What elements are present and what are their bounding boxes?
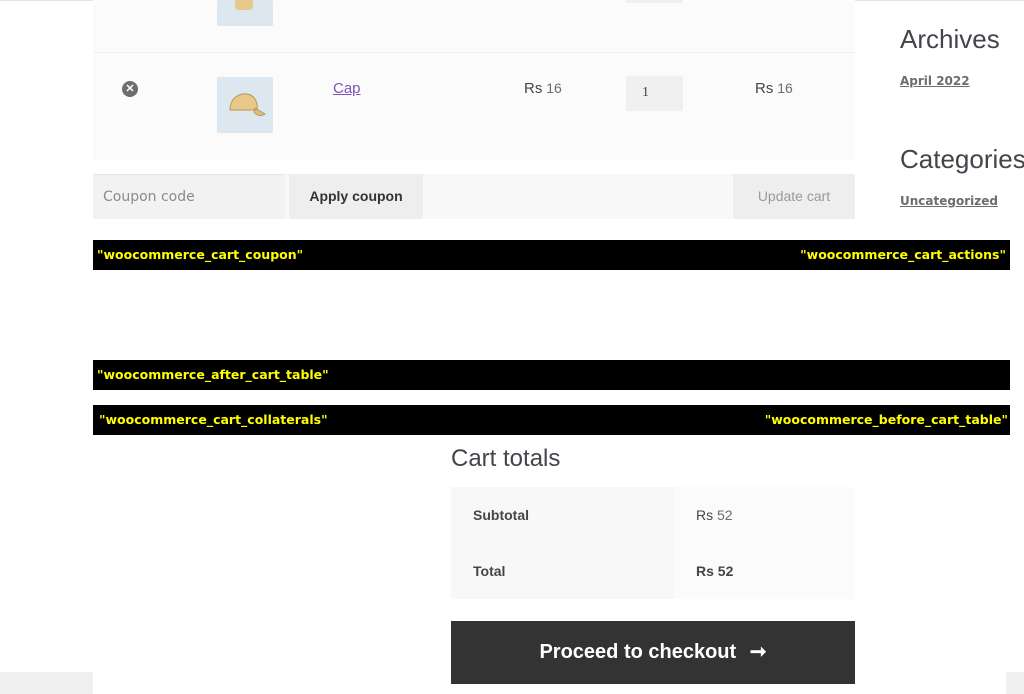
product-thumbnail[interactable] <box>217 0 273 26</box>
subtotal-value: 52 <box>717 507 733 523</box>
hook-bar-after-cart-table: "woocommerce_after_cart_table" <box>93 360 1010 390</box>
archives-link-april-2022[interactable]: April 2022 <box>900 74 970 88</box>
row-divider <box>93 52 855 53</box>
apply-coupon-button[interactable]: Apply coupon <box>289 174 423 219</box>
product-price: Rs 16 <box>524 80 562 97</box>
currency-symbol: Rs <box>755 80 774 97</box>
product-thumbnail[interactable] <box>217 77 273 133</box>
hook-label-before-cart-table: "woocommerce_before_cart_table" <box>764 412 1008 427</box>
page-gutter-left <box>0 672 93 694</box>
price-value: 16 <box>546 80 562 96</box>
hook-bar-cart-actions: "woocommerce_cart_coupon" "woocommerce_c… <box>93 240 1010 270</box>
page-gutter-right <box>1006 672 1024 694</box>
hook-bar-cart-collaterals: "woocommerce_cart_collaterals" "woocomme… <box>93 405 1010 435</box>
update-cart-button[interactable]: Update cart <box>733 174 855 219</box>
hook-label-cart-actions: "woocommerce_cart_actions" <box>800 247 1006 262</box>
total-value: 52 <box>717 563 734 579</box>
total-amount: Rs 52 <box>674 543 855 599</box>
subtotal-value: 16 <box>777 80 793 96</box>
currency-symbol: Rs <box>696 507 714 523</box>
quantity-input[interactable]: 1 <box>626 76 683 111</box>
subtotal-amount: Rs 52 <box>674 487 855 543</box>
currency-symbol: Rs <box>524 80 543 97</box>
cap-icon <box>229 93 266 116</box>
categories-link-uncategorized[interactable]: Uncategorized <box>900 194 998 208</box>
product-subtotal: Rs 16 <box>755 80 793 97</box>
categories-widget-title: Categories <box>900 144 1024 174</box>
hook-label-after-cart-table: "woocommerce_after_cart_table" <box>97 367 329 382</box>
arrow-right-icon: ➞ <box>749 641 767 663</box>
product-name-link[interactable]: Cap <box>333 80 361 97</box>
subtotal-label: Subtotal <box>451 487 674 543</box>
cart-table: ✕ Cap Rs 16 1 Rs 16 <box>93 0 855 160</box>
remove-item-icon[interactable]: ✕ <box>122 81 138 97</box>
checkout-button-label: Proceed to checkout <box>539 641 737 663</box>
currency-symbol: Rs <box>696 563 714 579</box>
total-label: Total <box>451 543 674 599</box>
product-image-fragment <box>235 0 253 10</box>
archives-widget-title: Archives <box>900 24 1000 54</box>
hook-label-cart-collaterals: "woocommerce_cart_collaterals" <box>99 412 328 427</box>
coupon-code-input[interactable]: Coupon code <box>93 174 285 219</box>
proceed-to-checkout-button[interactable]: Proceed to checkout ➞ <box>451 621 855 684</box>
hook-label-cart-coupon: "woocommerce_cart_coupon" <box>97 247 304 262</box>
cart-totals-title: Cart totals <box>451 445 561 472</box>
quantity-input-partial[interactable] <box>626 0 683 3</box>
